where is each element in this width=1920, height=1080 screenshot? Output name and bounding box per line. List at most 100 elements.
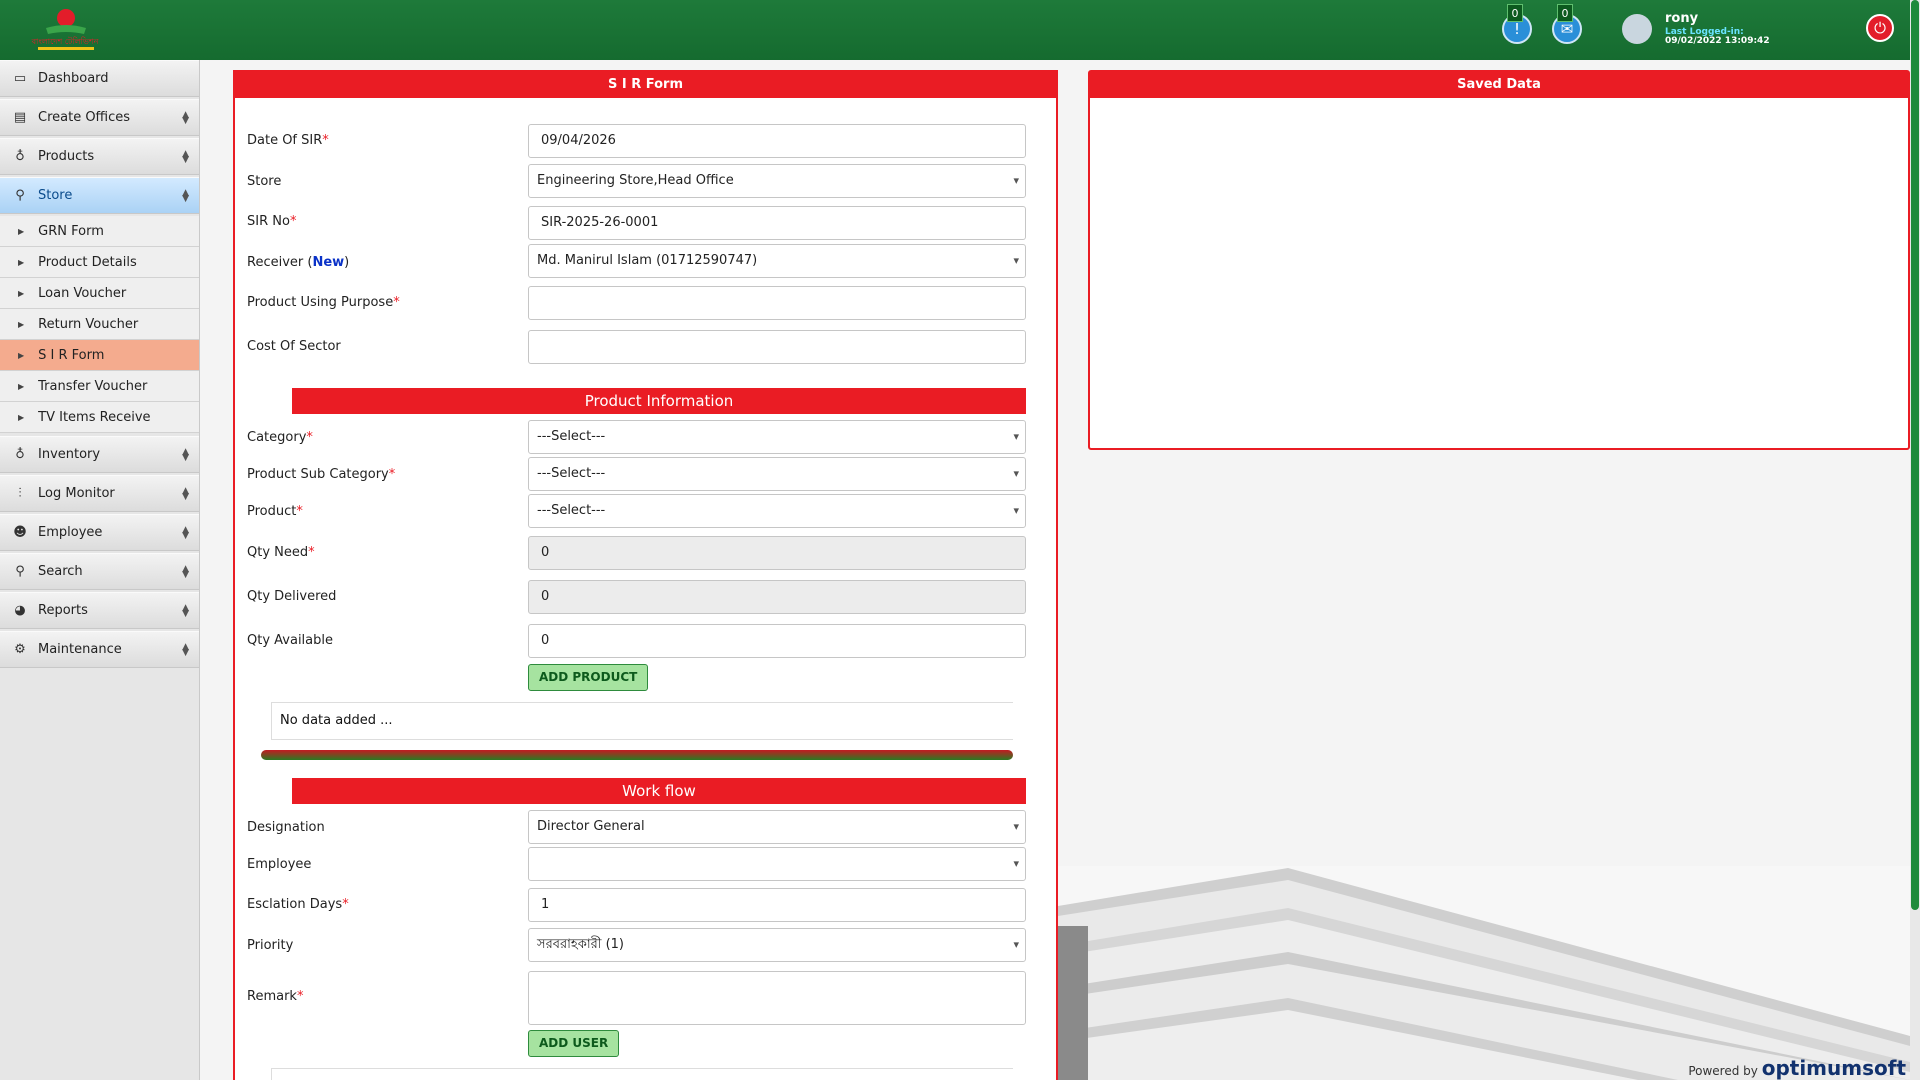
remark-label: Remark* xyxy=(247,989,304,1004)
message-count-badge: 0 xyxy=(1557,4,1573,22)
sidebar-sub-transfer-voucher[interactable]: ▶ Transfer Voucher xyxy=(0,371,199,402)
sidebar-item-create-offices[interactable]: ▤ Create Offices ▲ ▼ xyxy=(0,99,199,136)
designation-select[interactable]: Director General xyxy=(528,810,1026,844)
sidebar-item-label: Inventory xyxy=(38,447,101,462)
purpose-label: Product Using Purpose* xyxy=(247,295,400,310)
sort-caret-icon: ▲ ▼ xyxy=(182,603,189,619)
category-label: Category* xyxy=(247,430,313,445)
add-user-button[interactable]: ADD USER xyxy=(528,1030,620,1057)
last-logged-value: 09/02/2022 13:09:42 xyxy=(1665,36,1770,46)
power-icon[interactable]: ⏻ xyxy=(1866,14,1894,42)
sidebar-sub-product-details[interactable]: ▶ Product Details xyxy=(0,247,199,278)
search-icon: ⚲ xyxy=(15,564,25,579)
qty-need-label: Qty Need* xyxy=(247,545,315,560)
scrollbar-thumb[interactable] xyxy=(1911,0,1919,910)
qty-available-label: Qty Available xyxy=(247,633,333,648)
cost-sector-label: Cost Of Sector xyxy=(247,339,341,354)
sidebar-item-reports[interactable]: ◕ Reports ▲ ▼ xyxy=(0,592,199,629)
sidebar-sub-tv-items-receive[interactable]: ▶ TV Items Receive xyxy=(0,402,199,433)
purpose-field[interactable] xyxy=(528,286,1026,320)
designation-label: Designation xyxy=(247,820,325,835)
sidebar-item-maintenance[interactable]: ⚙ Maintenance ▲ ▼ xyxy=(0,631,199,668)
subcategory-label: Product Sub Category* xyxy=(247,467,396,482)
sidebar-item-search[interactable]: ⚲ Search ▲ ▼ xyxy=(0,553,199,590)
sir-no-label: SIR No* xyxy=(247,214,297,229)
product-info-header: Product Information xyxy=(292,388,1026,414)
store-select[interactable]: Engineering Store,Head Office xyxy=(528,164,1026,198)
sidebar-item-label: Employee xyxy=(38,525,103,540)
employee-label: Employee xyxy=(247,857,312,872)
remark-textarea[interactable] xyxy=(528,971,1026,1025)
sir-form-title: S I R Form xyxy=(235,72,1056,98)
page-scrollbar[interactable] xyxy=(1910,0,1920,1080)
store-label: Store xyxy=(247,174,282,189)
sidebar-item-employee[interactable]: ☻ Employee ▲ ▼ xyxy=(0,514,199,551)
sidebar-item-store[interactable]: ⚲ Store ▲ ▼ xyxy=(0,177,199,214)
sir-no-field[interactable]: SIR-2025-26-0001 xyxy=(528,206,1026,240)
priority-select[interactable]: সরবরাহকারী (1) xyxy=(528,928,1026,962)
sidebar-sub-label: Loan Voucher xyxy=(38,285,127,301)
date-label: Date Of SIR* xyxy=(247,133,329,148)
product-list-empty: No data added ... xyxy=(271,702,1013,740)
escalation-field[interactable]: 1 xyxy=(528,888,1026,922)
sidebar-item-label: Search xyxy=(38,564,83,579)
qty-delivered-field: 0 xyxy=(528,580,1026,614)
avatar[interactable] xyxy=(1622,14,1652,44)
sidebar-item-log-monitor[interactable]: ⫶ Log Monitor ▲ ▼ xyxy=(0,475,199,512)
receiver-select[interactable]: Md. Manirul Islam (01712590747) xyxy=(528,244,1026,278)
sidebar-item-label: Products xyxy=(38,149,95,164)
powered-by: Powered by optimumsoft xyxy=(1688,1056,1906,1080)
saved-data-panel: Saved Data xyxy=(1088,70,1910,450)
priority-label: Priority xyxy=(247,938,294,953)
employee-select[interactable] xyxy=(528,847,1026,881)
subcategory-select[interactable]: ---Select--- xyxy=(528,457,1026,491)
add-product-button[interactable]: ADD PRODUCT xyxy=(528,664,649,691)
sidebar-sub-return-voucher[interactable]: ▶ Return Voucher xyxy=(0,309,199,340)
new-receiver-link[interactable]: New xyxy=(312,255,344,270)
product-label: Product* xyxy=(247,504,303,519)
cost-sector-field[interactable] xyxy=(528,330,1026,364)
sidebar-sub-grn-form[interactable]: ▶ GRN Form xyxy=(0,216,199,247)
building-illustration xyxy=(1058,866,1910,1080)
sort-caret-icon: ▲ ▼ xyxy=(182,564,189,580)
chevron-right-icon: ▶ xyxy=(18,319,25,329)
chevron-right-icon: ▶ xyxy=(18,288,25,298)
chevron-right-icon: ▶ xyxy=(18,257,25,267)
progress-fill xyxy=(261,750,1013,760)
sort-caret-icon: ▲ ▼ xyxy=(182,447,189,463)
sidebar-item-dashboard[interactable]: ▭ Dashboard xyxy=(0,60,199,97)
sir-form-panel: S I R Form Date Of SIR* 09/04/2026 Store… xyxy=(233,70,1058,1080)
sidebar-sub-sir-form[interactable]: ▶ S I R Form xyxy=(0,340,199,371)
sidebar-sub-label: Product Details xyxy=(38,254,137,270)
sort-caret-icon: ▲ ▼ xyxy=(182,149,189,165)
progress-bar xyxy=(261,750,1013,760)
sort-caret-icon: ▲ ▼ xyxy=(182,486,189,502)
user-name[interactable]: rony xyxy=(1665,11,1698,26)
sidebar-item-label: Reports xyxy=(38,603,88,618)
pie-icon: ◕ xyxy=(14,603,26,618)
sidebar-item-products[interactable]: ♁ Products ▲ ▼ xyxy=(0,138,199,175)
bulb-icon: ♁ xyxy=(15,447,25,462)
workflow-header: Work flow xyxy=(292,778,1026,804)
logo-text: বাংলাদেশ টেলিভিশন xyxy=(31,36,99,46)
product-select[interactable]: ---Select--- xyxy=(528,494,1026,528)
sidebar-sub-loan-voucher[interactable]: ▶ Loan Voucher xyxy=(0,278,199,309)
qty-available-field[interactable]: 0 xyxy=(528,624,1026,658)
chevron-right-icon: ▶ xyxy=(18,226,25,236)
receiver-label: Receiver (New) xyxy=(247,255,350,270)
chevron-right-icon: ▶ xyxy=(18,381,25,391)
escalation-label: Esclation Days* xyxy=(247,897,349,912)
sidebar-sub-label: GRN Form xyxy=(38,223,104,239)
date-field[interactable]: 09/04/2026 xyxy=(528,124,1026,158)
category-select[interactable]: ---Select--- xyxy=(528,420,1026,454)
bulb-icon: ♁ xyxy=(15,149,25,164)
building-photo: Powered by optimumsoft xyxy=(1058,866,1910,1080)
sliders-icon: ⫶ xyxy=(18,486,22,501)
logo[interactable]: বাংলাদেশ টেলিভিশন xyxy=(26,4,104,54)
gear-icon: ⚙ xyxy=(14,642,26,657)
sidebar-sub-label: S I R Form xyxy=(38,347,105,363)
qty-delivered-label: Qty Delivered xyxy=(247,589,337,604)
sidebar-item-inventory[interactable]: ♁ Inventory ▲ ▼ xyxy=(0,436,199,473)
sort-caret-icon: ▲ ▼ xyxy=(182,642,189,658)
building-icon: ▤ xyxy=(13,110,27,125)
